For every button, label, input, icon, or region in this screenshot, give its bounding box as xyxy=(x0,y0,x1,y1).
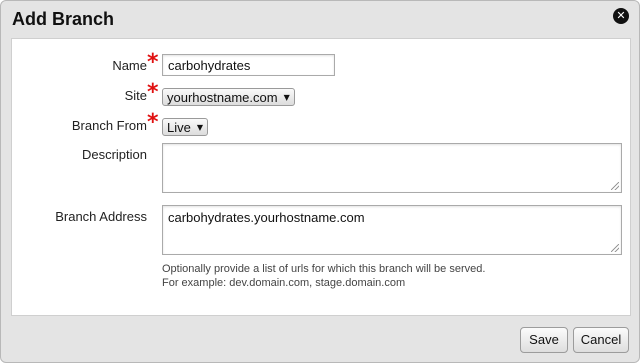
branch-address-hint-line1: Optionally provide a list of urls for wh… xyxy=(162,263,486,275)
site-label: Site xyxy=(124,88,147,103)
chevron-down-icon: ▼ xyxy=(196,122,204,132)
dialog-title: Add Branch xyxy=(12,9,115,29)
site-required-marker: * xyxy=(147,80,159,105)
resize-handle-icon[interactable] xyxy=(611,244,619,252)
description-label: Description xyxy=(81,147,147,162)
close-icon[interactable]: ✕ xyxy=(613,8,629,24)
description-textarea[interactable] xyxy=(162,143,622,193)
add-branch-dialog: Add Branch ✕ Name * carbohydrates Site *… xyxy=(0,0,640,363)
branch-address-label: Branch Address xyxy=(55,209,147,224)
branch-from-required-marker: * xyxy=(147,110,159,135)
branch-address-textarea[interactable]: carbohydrates.yourhostname.com xyxy=(162,205,622,255)
site-selected-value: yourhostname.com xyxy=(167,89,278,105)
branch-address-hint-line2: For example: dev.domain.com, stage.domai… xyxy=(162,277,406,289)
site-select[interactable]: yourhostname.com ▼ xyxy=(162,88,295,106)
resize-handle-icon[interactable] xyxy=(611,182,619,190)
form-panel: Name * carbohydrates Site * yourhostname… xyxy=(11,38,631,316)
name-input[interactable]: carbohydrates xyxy=(162,54,335,76)
branch-from-label: Branch From xyxy=(71,118,147,133)
name-label: Name xyxy=(112,58,147,73)
branch-from-selected-value: Live xyxy=(167,119,191,135)
cancel-button[interactable]: Cancel xyxy=(573,327,629,353)
branch-address-value: carbohydrates.yourhostname.com xyxy=(168,210,365,225)
dialog-titlebar: Add Branch ✕ xyxy=(1,1,639,37)
name-required-marker: * xyxy=(147,50,159,75)
chevron-down-icon: ▼ xyxy=(283,92,290,102)
save-button[interactable]: Save xyxy=(520,327,568,353)
branch-from-select[interactable]: Live ▼ xyxy=(162,118,209,136)
